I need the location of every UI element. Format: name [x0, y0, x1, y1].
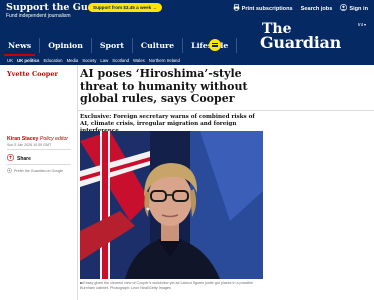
menu-button[interactable] [209, 39, 221, 51]
pillar-culture[interactable]: Culture [133, 38, 184, 53]
portrait-photo [80, 131, 263, 279]
hero-image[interactable] [80, 131, 263, 279]
sign-in-label: Sign in [349, 5, 368, 12]
share-button[interactable]: Share [7, 154, 31, 163]
utility-links: Print subscriptions Search jobs Sign in [233, 4, 368, 13]
edition-selector[interactable]: Int [358, 22, 366, 27]
print-subscriptions-label: Print subscriptions [241, 5, 293, 12]
sub-nav: UK UK politics Education Media Society L… [0, 57, 180, 65]
caption-credit: Photograph: Leon Neal/Getty Images [109, 286, 171, 290]
divider [7, 149, 71, 150]
subnav-item-uk-politics[interactable]: UK politics [17, 57, 39, 65]
share-icon [7, 154, 14, 163]
byline-author[interactable]: Kiran Stacey [7, 136, 38, 142]
subnav-item-society[interactable]: Society [82, 57, 96, 65]
account-icon [340, 4, 348, 13]
divider [7, 164, 71, 165]
plus-icon [7, 168, 12, 174]
search-jobs-link[interactable]: Search jobs [301, 4, 333, 13]
divider [78, 110, 374, 111]
subnav-item-northern-ireland[interactable]: Northern Ireland [149, 57, 180, 65]
pillar-sport[interactable]: Sport [92, 38, 133, 53]
section-label[interactable]: Yvette Cooper [7, 70, 58, 78]
prefer-guardian-link[interactable]: Prefer the Guardian on Google [7, 168, 63, 174]
subnav-item-scotland[interactable]: Scotland [112, 57, 129, 65]
logo-guardian: Guardian [260, 33, 341, 52]
menu-icon [212, 43, 218, 47]
support-subtitle: Fund independent journalism [6, 13, 71, 19]
print-icon [233, 4, 240, 13]
meta-column [0, 65, 78, 300]
subnav-item-wales[interactable]: Wales [133, 57, 145, 65]
pillar-news[interactable]: News [0, 38, 41, 56]
dateline: Sun 5 Jan 2026 10.00 GMT [7, 143, 52, 147]
pillar-opinion[interactable]: Opinion [40, 38, 92, 53]
image-caption: ◘ Essay gives the clearest view of Coope… [80, 281, 268, 291]
subnav-item-media[interactable]: Media [67, 57, 79, 65]
headline: AI poses ‘Hiroshima’-style threat to hum… [80, 67, 248, 105]
camera-icon: ◘ [80, 281, 83, 285]
byline-role: Policy editor [39, 136, 69, 142]
prefer-label: Prefer the Guardian on Google [14, 169, 64, 173]
subnav-item-education[interactable]: Education [43, 57, 62, 65]
search-jobs-label: Search jobs [300, 5, 333, 12]
subnav-item-law[interactable]: Law [100, 57, 108, 65]
pillar-nav: News Opinion Sport Culture Lifestyle [0, 38, 238, 56]
masthead: Support the Guardian Fund independent jo… [0, 0, 374, 65]
guardian-logo[interactable]: The Guardian [260, 22, 356, 52]
sign-in-link[interactable]: Sign in [340, 4, 368, 13]
share-label: Share [17, 155, 31, 162]
support-button[interactable]: Support from $3.45 a week → [88, 3, 163, 12]
byline: Kiran Stacey Policy editor [7, 136, 68, 142]
print-subscriptions-link[interactable]: Print subscriptions [233, 4, 293, 13]
subnav-item-uk[interactable]: UK [7, 57, 13, 65]
